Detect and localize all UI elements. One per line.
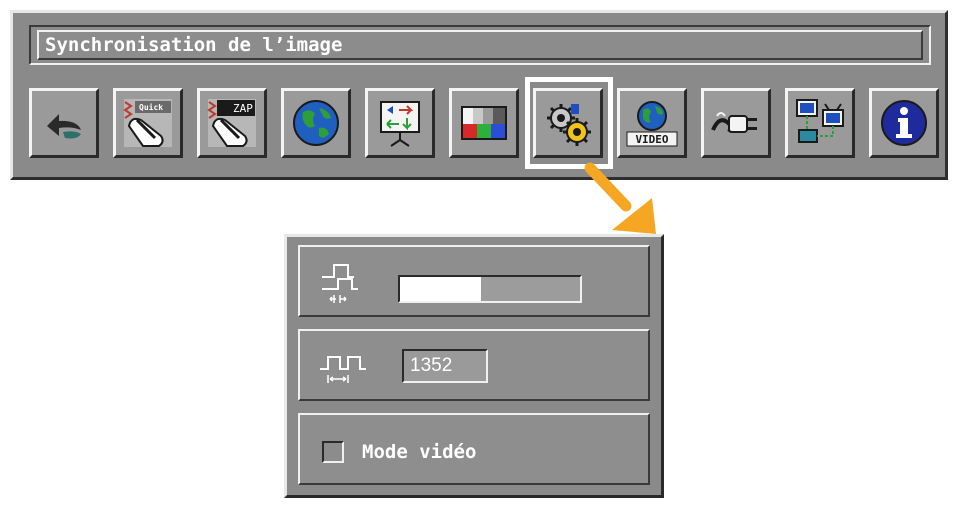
frequency-value-input[interactable]: 1352 — [402, 349, 488, 383]
video-mode-checkbox[interactable] — [322, 441, 344, 463]
video-mode-label: Mode vidéo — [362, 441, 477, 463]
phase-slider[interactable] — [398, 275, 582, 303]
phase-pulse-icon — [322, 264, 358, 303]
phase-slider-fill — [400, 277, 481, 301]
period-pulse-icon — [320, 356, 366, 383]
sync-panel: 1352 Mode vidéo — [284, 234, 664, 498]
video-mode-section: Mode vidéo — [298, 413, 650, 485]
phase-section — [298, 245, 650, 317]
frequency-section: 1352 — [298, 329, 650, 401]
